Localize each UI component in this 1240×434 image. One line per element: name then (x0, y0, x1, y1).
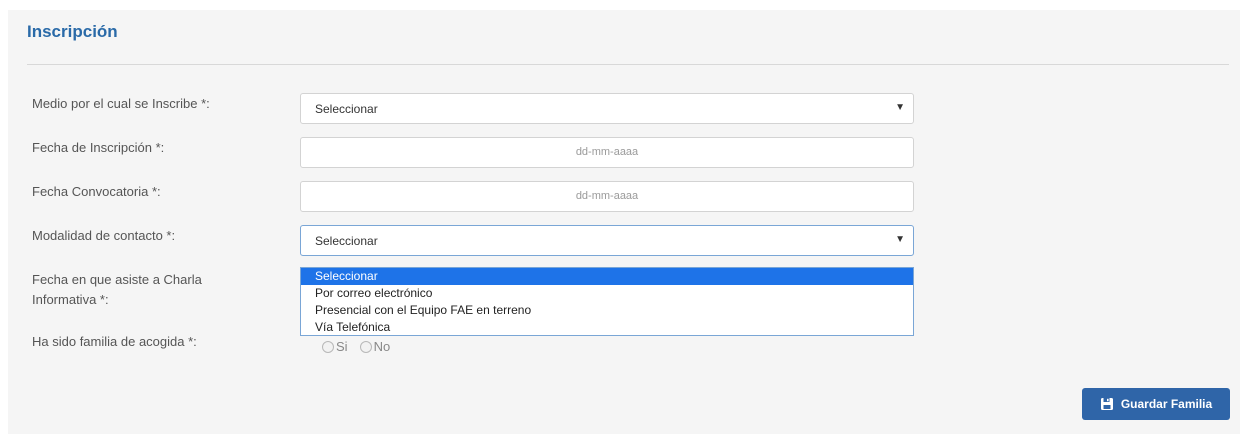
dropdown-option[interactable]: Vía Telefónica (301, 319, 913, 336)
fecha-convocatoria-label: Fecha Convocatoria *: (32, 184, 161, 199)
acogida-radio-group: Si No (322, 339, 402, 354)
section-title: Inscripción (27, 22, 118, 41)
fecha-convocatoria-input[interactable]: dd-mm-aaaa (300, 181, 914, 212)
fecha-inscripcion-input[interactable]: dd-mm-aaaa (300, 137, 914, 168)
acogida-label: Ha sido familia de acogida *: (32, 334, 197, 349)
dropdown-option[interactable]: Por correo electrónico (301, 285, 913, 302)
modalidad-select-value: Seleccionar (315, 234, 378, 248)
charla-label-line1: Fecha en que asiste a Charla (32, 272, 202, 287)
medio-label: Medio por el cual se Inscribe *: (32, 96, 210, 111)
fecha-inscripcion-placeholder: dd-mm-aaaa (575, 146, 639, 158)
save-family-label: Guardar Familia (1120, 397, 1213, 411)
medio-select[interactable]: Seleccionar ▼ (300, 93, 914, 124)
radio-si-label: Si (336, 339, 348, 354)
charla-label-line2: Informativa *: (32, 292, 109, 307)
modalidad-select[interactable]: Seleccionar ▼ (300, 225, 914, 256)
charla-label: Fecha en que asiste a Charla Informativa… (32, 270, 202, 310)
fecha-convocatoria-placeholder: dd-mm-aaaa (575, 190, 639, 202)
chevron-down-icon: ▼ (895, 102, 905, 113)
modalidad-label: Modalidad de contacto *: (32, 228, 176, 243)
chevron-down-icon: ▼ (895, 234, 905, 245)
divider (27, 64, 1229, 65)
modalidad-dropdown-list: Seleccionar Por correo electrónico Prese… (300, 267, 914, 336)
medio-select-value: Seleccionar (315, 102, 378, 116)
inscription-panel: Inscripción Medio por el cual se Inscrib… (8, 10, 1240, 434)
save-family-button[interactable]: Guardar Familia (1082, 388, 1230, 420)
dropdown-option[interactable]: Seleccionar (301, 268, 913, 285)
radio-no-label: No (373, 339, 391, 354)
dropdown-option[interactable]: Presencial con el Equipo FAE en terreno (301, 302, 913, 319)
radio-no[interactable] (359, 340, 372, 353)
save-icon (1100, 397, 1114, 411)
radio-si[interactable] (322, 340, 334, 353)
fecha-inscripcion-label: Fecha de Inscripción *: (32, 140, 165, 155)
